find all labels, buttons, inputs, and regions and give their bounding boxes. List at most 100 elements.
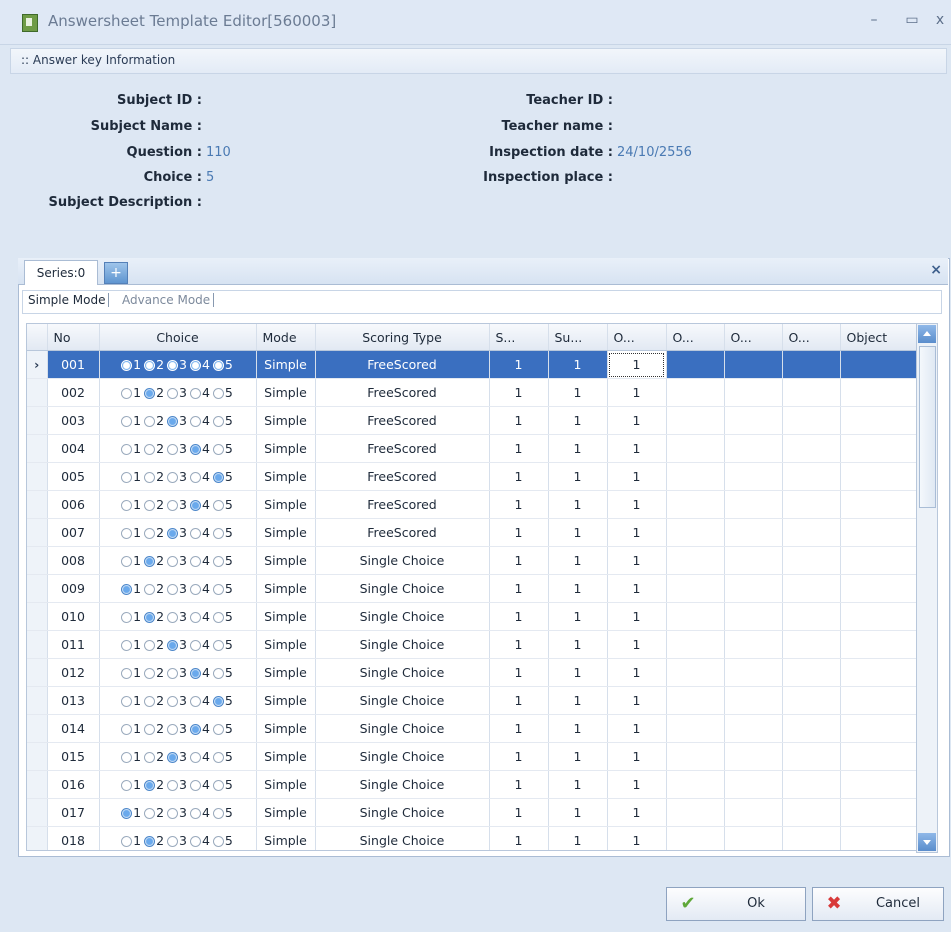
cell-o2[interactable] [666,602,725,631]
cell-o2[interactable] [666,826,725,850]
cell-o4[interactable] [782,406,841,435]
column-header-object[interactable]: Object [840,324,917,351]
cell-sub[interactable]: 1 [548,742,608,771]
choice-radio[interactable] [189,836,201,847]
cell-score[interactable]: 1 [489,518,549,547]
cell-mode[interactable]: Simple [256,630,316,659]
cell-o1[interactable]: 1 [607,770,667,799]
cell-scoring-type[interactable]: FreeScored [315,434,490,463]
cell-o3[interactable] [724,630,783,659]
cell-mode[interactable]: Simple [256,378,316,407]
choice-radio[interactable] [144,724,156,735]
cell-o2[interactable] [666,350,725,379]
cell-score[interactable]: 1 [489,406,549,435]
choice-radio[interactable] [121,444,133,455]
cell-object[interactable] [840,434,917,463]
table-row[interactable]: 018 1 2 3 4 5 Simple Single Choice 1 1 1 [27,826,917,850]
choice-radio[interactable] [167,416,179,427]
cell-o4[interactable] [782,518,841,547]
choice-radio[interactable] [121,416,133,427]
cell-o4[interactable] [782,798,841,827]
choice-radio[interactable] [167,836,179,847]
cell-sub[interactable]: 1 [548,658,608,687]
cell-o1[interactable]: 1 [607,462,667,491]
choice-radio[interactable] [121,612,133,623]
cell-o4[interactable] [782,658,841,687]
cell-scoring-type[interactable]: FreeScored [315,378,490,407]
scroll-thumb[interactable] [919,346,936,508]
cell-choice[interactable]: 12345 [99,826,257,850]
cell-object[interactable] [840,798,917,827]
cell-score[interactable]: 1 [489,826,549,850]
choice-radio[interactable] [144,612,156,623]
cell-sub[interactable]: 1 [548,714,608,743]
cell-sub[interactable]: 1 [548,378,608,407]
cell-o1[interactable]: 1 [607,686,667,715]
table-row[interactable]: 014 1 2 3 4 5 Simple Single Choice 1 1 1 [27,714,917,743]
choice-radio[interactable] [212,416,224,427]
choice-radio[interactable] [212,360,224,371]
choice-radio[interactable] [189,388,201,399]
choice-radio[interactable] [167,724,179,735]
choice-radio[interactable] [121,640,133,651]
cell-o4[interactable] [782,742,841,771]
choice-radio[interactable] [121,808,133,819]
cell-o3[interactable] [724,490,783,519]
cell-o2[interactable] [666,798,725,827]
cell-no[interactable]: 010 [47,602,100,631]
table-row[interactable]: 002 1 2 3 4 5 Simple FreeScored 1 1 1 [27,378,917,407]
cell-o3[interactable] [724,546,783,575]
cell-o3[interactable] [724,350,783,379]
choice-radio[interactable] [144,388,156,399]
cell-o2[interactable] [666,546,725,575]
cell-o4[interactable] [782,546,841,575]
choice-radio[interactable] [189,584,201,595]
cell-no[interactable]: 002 [47,378,100,407]
choice-radio[interactable] [144,668,156,679]
choice-radio[interactable] [212,584,224,595]
cell-o3[interactable] [724,602,783,631]
cell-score[interactable]: 1 [489,714,549,743]
cell-object[interactable] [840,350,917,379]
choice-radio[interactable] [144,640,156,651]
choice-radio[interactable] [189,472,201,483]
cell-scoring-type[interactable]: Single Choice [315,770,490,799]
cell-mode[interactable]: Simple [256,742,316,771]
choice-radio[interactable] [167,444,179,455]
cell-o1[interactable]: 1 [607,518,667,547]
cell-o1[interactable]: 1 [607,630,667,659]
cell-scoring-type[interactable]: FreeScored [315,406,490,435]
choice-radio[interactable] [144,444,156,455]
cell-o2[interactable] [666,686,725,715]
column-header-score[interactable]: S... [489,324,549,351]
cell-scoring-type[interactable]: Single Choice [315,798,490,827]
table-row[interactable]: 009 1 2 3 4 5 Simple Single Choice 1 1 1 [27,574,917,603]
cell-choice[interactable]: 12345 [99,798,257,827]
cell-mode[interactable]: Simple [256,714,316,743]
cell-o3[interactable] [724,826,783,850]
choice-radio[interactable] [167,696,179,707]
choice-radio[interactable] [189,724,201,735]
column-header-mode[interactable]: Mode [256,324,316,351]
cell-score[interactable]: 1 [489,378,549,407]
cell-o1[interactable]: 1 [607,434,667,463]
cell-o3[interactable] [724,462,783,491]
choice-radio[interactable] [189,416,201,427]
cell-sub[interactable]: 1 [548,630,608,659]
choice-radio[interactable] [167,556,179,567]
close-series-panel-icon[interactable]: × [930,262,942,278]
column-header-o1[interactable]: O... [607,324,667,351]
choice-radio[interactable] [189,360,201,371]
cell-mode[interactable]: Simple [256,574,316,603]
cell-o3[interactable] [724,574,783,603]
cell-no[interactable]: 005 [47,462,100,491]
choice-radio[interactable] [144,836,156,847]
cell-o4[interactable] [782,630,841,659]
cell-object[interactable] [840,630,917,659]
cell-choice[interactable]: 12345 [99,658,257,687]
answer-key-grid[interactable]: No Choice Mode Scoring Type S... Su... O… [26,323,918,851]
choice-radio[interactable] [144,472,156,483]
cell-sub[interactable]: 1 [548,518,608,547]
cell-mode[interactable]: Simple [256,518,316,547]
cell-mode[interactable]: Simple [256,490,316,519]
